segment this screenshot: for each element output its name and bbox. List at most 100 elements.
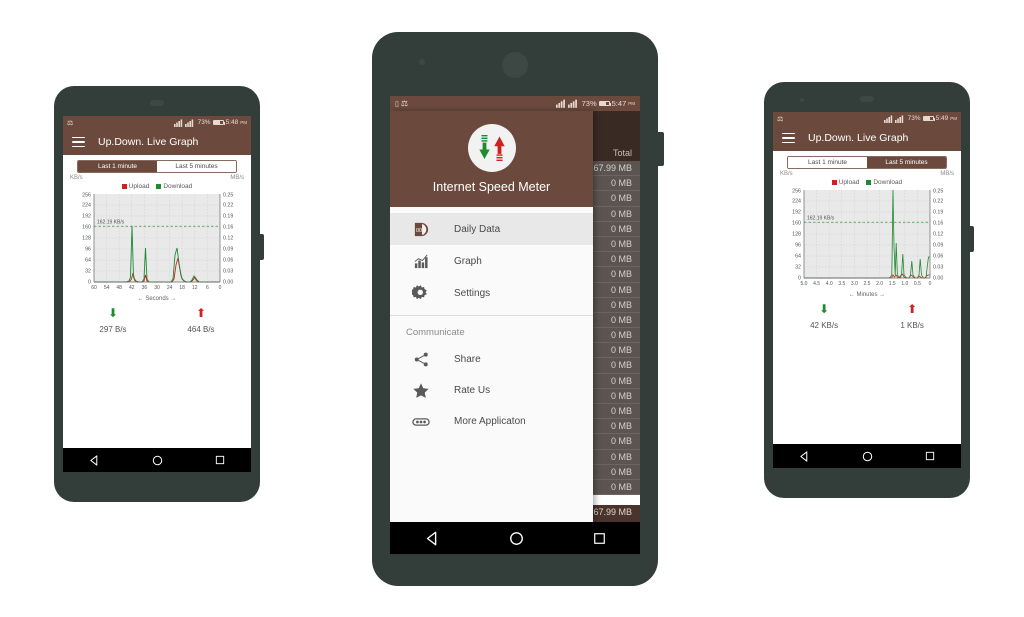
hamburger-icon[interactable]	[782, 132, 795, 144]
back-triangle-icon[interactable]	[89, 454, 100, 466]
content-left: Last 1 minute Last 5 minutes KB/s MB/s U…	[63, 155, 251, 337]
drawer-item-daily-data[interactable]: 00 Daily Data	[390, 213, 593, 245]
download-speed-block-right: ⬇ 42 KB/s	[810, 303, 838, 333]
svg-text:224: 224	[82, 203, 91, 209]
status-bar-right: ⚖ 73% 5:49 PM	[773, 112, 961, 125]
svg-text:128: 128	[82, 236, 91, 242]
home-circle-icon[interactable]	[509, 531, 524, 546]
status-bar-center: ▯ ⚖ 73% 5:47 PM	[390, 96, 640, 111]
app-bar-right: Up.Down. Live Graph	[773, 125, 961, 151]
navigation-drawer: Internet Speed Meter 00 Daily Data Graph…	[390, 111, 593, 522]
power-button-right[interactable]	[968, 226, 974, 252]
svg-text:4.0: 4.0	[826, 281, 833, 287]
speed-summary-right: ⬇ 42 KB/s ⬆ 1 KB/s	[779, 303, 955, 333]
star-icon	[406, 382, 436, 400]
download-speed-value-left: 297 B/s	[99, 325, 127, 334]
gear-icon	[406, 284, 436, 302]
page-title: Up.Down. Live Graph	[808, 132, 909, 144]
upload-speed-value-left: 464 B/s	[187, 325, 215, 334]
screen-center: ▯ ⚖ 73% 5:47 PM Total 67.99 MB 0 MB 0 MB…	[390, 96, 640, 554]
back-triangle-icon[interactable]	[425, 531, 440, 546]
chart-left: KB/s MB/s Upload Download 162.19 KB/s 0 …	[69, 173, 245, 337]
recents-square-icon[interactable]	[215, 455, 225, 465]
svg-text:160: 160	[792, 221, 801, 227]
svg-text:0.06: 0.06	[933, 254, 943, 260]
svg-text:64: 64	[795, 254, 801, 260]
more-apps-icon	[406, 415, 436, 429]
drawer-item-graph[interactable]: Graph	[390, 245, 593, 277]
svg-text:0.00: 0.00	[933, 276, 943, 282]
drawer-section-label: Communicate	[406, 327, 465, 338]
svg-text:192: 192	[82, 214, 91, 220]
battery-percent-left: 73%	[197, 119, 211, 126]
screen-left: ⚖ 73% 5:48 PM Up.Down. Live Graph Last 1…	[63, 116, 251, 472]
legend-label-upload: Upload	[128, 183, 150, 190]
svg-text:0.19: 0.19	[933, 210, 943, 216]
download-swatch-icon	[156, 184, 162, 189]
svg-text:24: 24	[167, 285, 173, 291]
battery-percent-center: 73%	[581, 99, 597, 108]
range-toggle-left[interactable]: Last 1 minute Last 5 minutes	[77, 160, 237, 173]
svg-text:0.09: 0.09	[933, 243, 943, 249]
range-toggle-right[interactable]: Last 1 minute Last 5 minutes	[787, 156, 947, 169]
chart-right: KB/s MB/s Upload Download 162.19 KB/s 0 …	[779, 169, 955, 333]
earpiece-right	[860, 96, 874, 102]
back-triangle-icon[interactable]	[799, 450, 810, 462]
y2-axis-unit-left: MB/s	[230, 175, 244, 181]
svg-text:48: 48	[116, 285, 122, 291]
clock-center: 5:47	[611, 99, 627, 108]
battery-icon-left	[212, 120, 225, 125]
nav-bar-center	[390, 522, 640, 554]
tab-last-1-minute[interactable]: Last 1 minute	[78, 161, 157, 172]
speed-summary-left: ⬇ 297 B/s ⬆ 464 B/s	[69, 307, 245, 337]
svg-text:0.16: 0.16	[933, 221, 943, 227]
tab-last-5-minutes[interactable]: Last 5 minutes	[867, 157, 946, 168]
x-axis-label-left: ← Seconds →	[137, 296, 177, 302]
drawer-item-settings[interactable]: Settings	[390, 277, 593, 309]
clock-right: 5:49	[935, 115, 949, 122]
download-swatch-icon	[866, 180, 872, 185]
tab-last-5-minutes[interactable]: Last 5 minutes	[157, 161, 236, 172]
upload-arrow-icon: ⬆	[907, 302, 918, 316]
upload-status-icon: ⚖	[400, 99, 409, 108]
recents-square-icon[interactable]	[925, 451, 935, 461]
x-axis-label-right: ← Minutes →	[848, 292, 886, 298]
chart-units-left: KB/s MB/s	[69, 173, 245, 181]
notification-icon-center: ▯	[395, 100, 399, 108]
y-axis-unit-left: KB/s	[70, 175, 83, 181]
home-circle-icon[interactable]	[862, 451, 873, 462]
drawer-item-rate-us[interactable]: Rate Us	[390, 375, 593, 406]
download-speed-block-left: ⬇ 297 B/s	[99, 307, 126, 337]
svg-text:4.5: 4.5	[813, 281, 820, 287]
upload-swatch-icon	[831, 180, 837, 185]
power-button-center[interactable]	[656, 132, 664, 166]
drawer-app-name: Internet Speed Meter	[432, 180, 551, 194]
upload-speed-block-right: ⬆ 1 KB/s	[900, 303, 924, 333]
svg-text:0.09: 0.09	[223, 247, 233, 253]
download-speed-value-right: 42 KB/s	[810, 321, 839, 330]
speed-meter-logo-icon	[467, 124, 516, 172]
drawer-item-share[interactable]: Share	[390, 344, 593, 375]
signal-icon	[883, 115, 903, 123]
battery-percent-right: 73%	[907, 115, 921, 122]
front-camera-right	[800, 98, 804, 102]
earpiece-center	[502, 52, 528, 78]
legend-label-upload: Upload	[838, 179, 860, 186]
drawer-item-more-application[interactable]: More Applicaton	[390, 406, 593, 437]
signal-icon	[173, 119, 193, 127]
chart-legend-left: Upload Download	[69, 183, 245, 190]
svg-text:0.22: 0.22	[223, 203, 233, 209]
home-circle-icon[interactable]	[152, 455, 163, 466]
hamburger-icon[interactable]	[72, 136, 85, 148]
recents-square-icon[interactable]	[593, 532, 606, 545]
power-button-left[interactable]	[258, 234, 264, 260]
svg-text:96: 96	[85, 247, 91, 253]
svg-text:3.5: 3.5	[838, 281, 845, 287]
download-arrow-icon: ⬇	[819, 302, 830, 316]
svg-text:54: 54	[104, 285, 110, 291]
legend-item-download: Download	[156, 183, 192, 190]
svg-text:1.5: 1.5	[889, 281, 896, 287]
clock-ampm-right: PM	[950, 116, 957, 121]
svg-text:42: 42	[129, 285, 135, 291]
tab-last-1-minute[interactable]: Last 1 minute	[788, 157, 867, 168]
